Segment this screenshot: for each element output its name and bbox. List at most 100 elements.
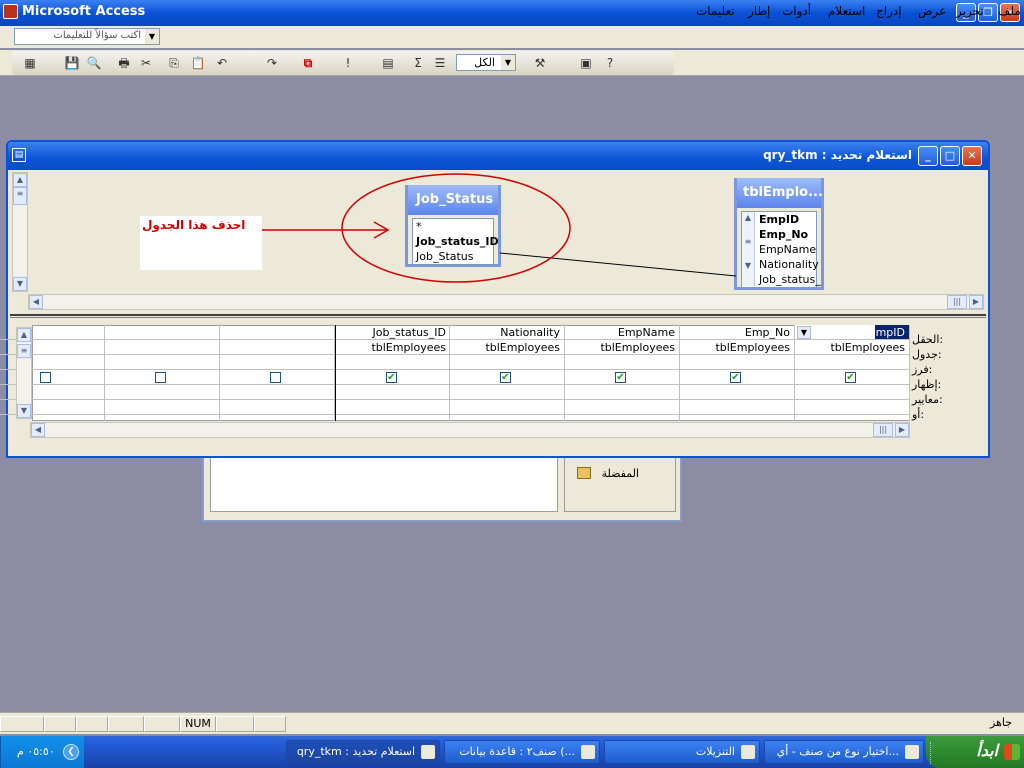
field-list-job-status[interactable]: Job_Status * Job_status_ID Job_Status [405,185,501,267]
grid-cell[interactable] [336,355,450,370]
chevron-down-icon[interactable]: ▼ [145,29,159,44]
scroll-thumb[interactable]: ≡ [17,344,31,358]
table-cell[interactable] [220,340,334,355]
field-list-item[interactable]: EmpName [756,242,816,257]
grid-cell[interactable] [220,355,334,370]
grid-cell[interactable] [105,385,219,400]
ask-question-box[interactable]: اكتب سؤالاً للتعليمات ▼ [14,28,160,45]
field-list-item[interactable]: Job_status_ID [413,234,499,249]
paste-icon[interactable]: ⎘ [166,55,182,71]
table-cell[interactable]: tblEmployees [565,340,679,355]
query-close-button[interactable]: ✕ [962,146,982,166]
run-icon[interactable]: ⧉ [300,55,316,71]
field-cell[interactable] [220,325,334,340]
grid-cell[interactable] [795,355,909,370]
grid-column[interactable] [105,325,220,421]
clock[interactable]: ٠٥:٥٠ م [17,745,55,758]
grid-cell[interactable] [565,385,679,400]
start-button[interactable]: ابدأ [926,736,1024,768]
scroll-down-icon[interactable]: ▼ [17,404,31,418]
show-checkbox[interactable]: ✔ [615,372,626,383]
build-icon[interactable]: ☰ [432,55,448,71]
redo-icon[interactable]: ↶ [214,55,230,71]
show-table-icon[interactable]: ! [340,55,356,71]
field-cell[interactable]: EmpName [565,325,679,340]
show-checkbox[interactable] [40,372,51,383]
totals-icon[interactable]: ▤ [380,55,396,71]
favorites-group[interactable]: المفضلة [564,456,676,512]
query-window-icon[interactable]: ▤ [12,148,26,162]
database-objects-list[interactable] [210,456,558,512]
undo-icon[interactable]: 📋 [190,55,206,71]
grid-cell[interactable] [680,355,794,370]
grid-cell[interactable] [795,385,909,400]
grid-cell[interactable] [220,400,334,415]
scroll-up-icon[interactable]: ▲ [17,328,31,342]
field-list-scrollbar[interactable]: ▲ ≡ ▼ [742,212,755,286]
grid-horizontal-scrollbar[interactable]: ◀ ||| ▶ [30,422,910,438]
grid-cell[interactable] [450,400,564,415]
table-pane-horizontal-scrollbar[interactable]: ◀ ||| ▶ [28,294,984,310]
cut-icon[interactable]: 🖶 [116,55,132,71]
taskbar-button[interactable]: التنزيلات [604,740,760,764]
grid-cell[interactable] [105,355,219,370]
show-checkbox[interactable]: ✔ [500,372,511,383]
scroll-thumb[interactable]: ≡ [13,187,27,205]
scroll-left-icon[interactable]: ◀ [29,295,43,309]
table-cell[interactable]: tblEmployees [680,340,794,355]
properties-icon[interactable]: Σ [410,55,426,71]
field-list-item[interactable]: Job_status_ [756,272,821,287]
show-checkbox[interactable] [155,372,166,383]
scroll-down-icon[interactable]: ▼ [13,277,27,291]
scroll-right-icon[interactable]: ▶ [895,423,909,437]
table-cell[interactable]: tblEmployees [336,340,450,355]
field-list-item[interactable]: Job_Status [413,249,493,264]
menu-item[interactable]: استعلام [828,4,865,18]
query-minimize-button[interactable]: _ [918,146,938,166]
field-list-item[interactable]: EmpID [756,212,816,227]
table-pane-vertical-scrollbar[interactable]: ▲ ≡ ▼ [12,172,28,292]
grid-column[interactable]: EmpName tblEmployees ✔ [565,325,680,421]
menu-item[interactable]: أدوات [782,4,811,18]
field-cell[interactable] [105,325,219,340]
grid-cell[interactable] [795,400,909,415]
show-checkbox[interactable]: ✔ [845,372,856,383]
query-maximize-button[interactable]: □ [940,146,960,166]
chevron-down-icon[interactable]: ▼ [501,55,515,70]
scroll-left-icon[interactable]: ◀ [31,423,45,437]
show-checkbox[interactable]: ✔ [386,372,397,383]
show-checkbox[interactable] [270,372,281,383]
grid-column[interactable]: Nationality tblEmployees ✔ [450,325,565,421]
menu-item[interactable]: تعليمات [696,4,735,18]
field-cell[interactable]: EmpID [795,325,909,340]
taskbar-button[interactable]: اختيار نوع من صنف - أي... [764,740,924,764]
quick-launch-handle[interactable] [930,742,934,764]
access-app-icon[interactable] [3,4,18,19]
copy-icon[interactable]: ✂ [138,55,154,71]
scroll-thumb[interactable]: ||| [947,295,967,309]
table-cell[interactable] [105,340,219,355]
grid-cell[interactable] [336,385,450,400]
grid-cell[interactable] [565,355,679,370]
grid-column[interactable]: Job_status_ID tblEmployees ✔ [335,325,450,421]
menu-item[interactable]: إدراج [876,4,902,18]
grid-cell[interactable] [450,385,564,400]
grid-cell[interactable] [336,400,450,415]
menu-item[interactable]: إطار [748,4,770,18]
database-window-icon[interactable]: ⚒ [532,55,548,71]
grid-vertical-scrollbar[interactable]: ▲ ≡ ▼ [16,327,32,419]
table-cell[interactable]: tblEmployees [795,340,909,355]
grid-cell[interactable] [105,400,219,415]
field-list-title[interactable]: Job_Status [408,185,498,215]
scroll-right-icon[interactable]: ▶ [969,295,983,309]
field-list-fields[interactable]: ▲ ≡ ▼ EmpID Emp_No EmpName Nationality Job_sta… [741,211,821,288]
grid-cell[interactable] [680,400,794,415]
help-icon[interactable]: ? [602,55,618,71]
field-list-fields[interactable]: * Job_status_ID Job_Status [412,218,499,265]
scroll-thumb[interactable]: ||| [873,423,893,437]
grid-cell[interactable] [565,400,679,415]
scroll-up-icon[interactable]: ▲ [13,173,27,187]
query-type-icon[interactable]: ↷ [264,55,280,71]
field-list-tblemployees[interactable]: tblEmplo... ▲ ≡ ▼ EmpID Emp_No EmpName Nation… [734,178,824,290]
taskbar-button[interactable]: qry_tkm : استعلام تحديد [286,740,440,764]
